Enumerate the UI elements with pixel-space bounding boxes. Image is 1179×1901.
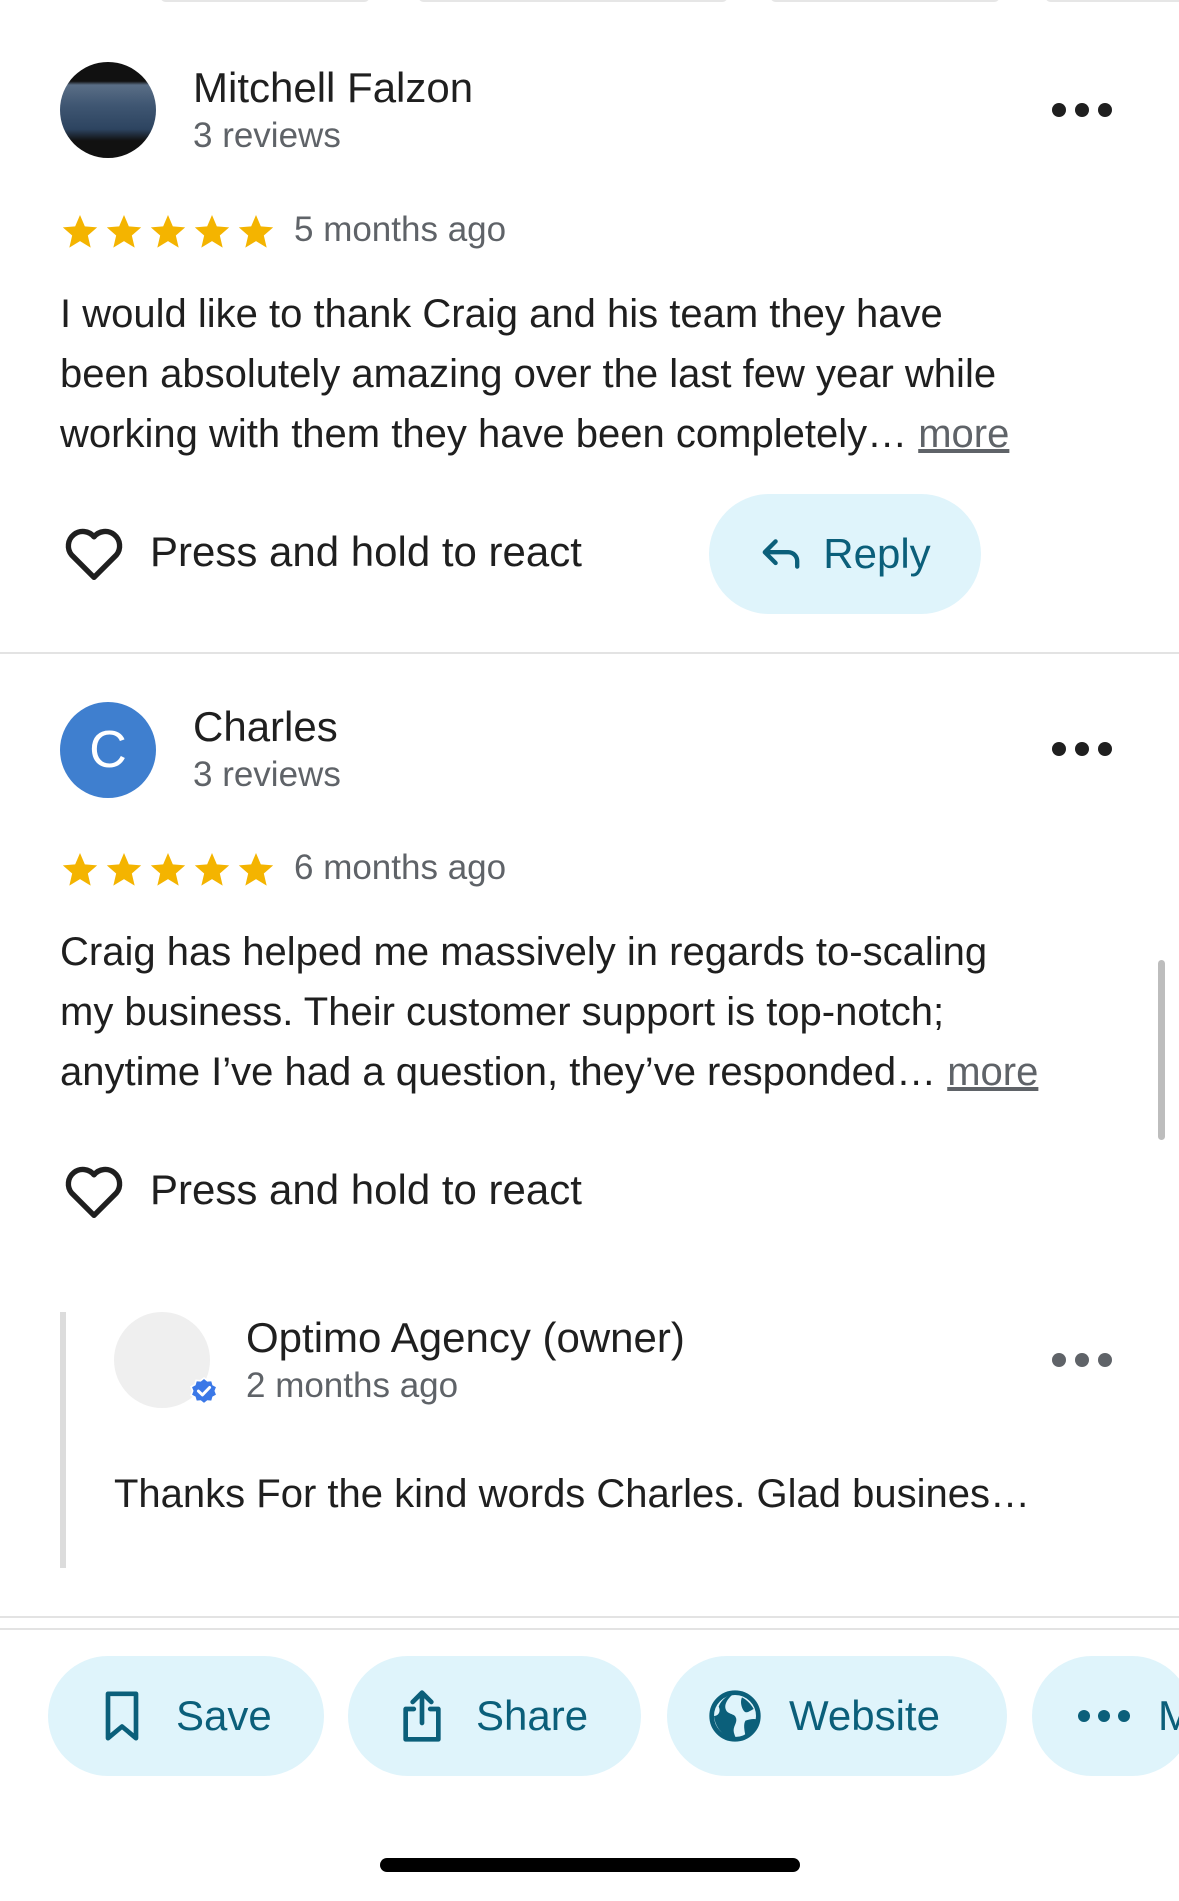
reviewer-avatar[interactable] — [60, 62, 156, 158]
top-chip — [160, 0, 370, 2]
share-label: Share — [476, 1692, 589, 1739]
star-rating — [60, 212, 276, 252]
react-button[interactable]: Press and hold to react — [62, 1160, 582, 1220]
star-icon — [194, 853, 230, 886]
reviewer-review-count: 3 reviews — [193, 755, 341, 794]
react-label: Press and hold to react — [150, 528, 582, 575]
top-chip — [770, 0, 1000, 2]
save-label: Save — [176, 1692, 272, 1739]
review-time: 6 months ago — [294, 848, 507, 887]
star-icon — [238, 215, 274, 248]
star-icon — [106, 853, 142, 886]
heart-outline-icon — [65, 528, 123, 580]
review-text-line-content: working with them they have been complet… — [60, 412, 908, 456]
bookmark-icon — [105, 1691, 139, 1741]
owner-response-bar — [60, 1312, 66, 1568]
heart-outline-icon — [65, 1166, 123, 1219]
star-icon — [106, 215, 142, 248]
reply-arrow-icon — [762, 539, 800, 569]
top-chip — [418, 0, 728, 2]
react-button[interactable]: Press and hold to react — [62, 522, 582, 582]
review-text-line: Craig has helped me massively in regards… — [60, 930, 988, 974]
star-icon — [194, 215, 230, 248]
more-button[interactable]: M — [1032, 1656, 1179, 1776]
review-text-line: been absolutely amazing over the last fe… — [60, 352, 997, 396]
review-text-line: working with them they have been complet… — [60, 404, 1009, 464]
scrollbar[interactable] — [1158, 960, 1165, 1140]
reply-label: Reply — [823, 530, 931, 577]
owner-name: Optimo Agency (owner) — [246, 1314, 685, 1361]
save-button[interactable]: Save — [48, 1656, 324, 1776]
home-indicator — [380, 1858, 800, 1872]
reviewer-name[interactable]: Mitchell Falzon — [193, 64, 473, 112]
review-text-line-content: anytime I’ve had a question, they’ve res… — [60, 1050, 937, 1094]
star-icon — [62, 215, 98, 248]
reply-button[interactable]: Reply — [709, 494, 981, 614]
star-icon — [150, 853, 186, 886]
share-icon — [403, 1690, 441, 1742]
review-time: 5 months ago — [294, 210, 507, 249]
review-text: I would like to thank Craig and his team… — [60, 284, 1009, 464]
more-options-icon[interactable] — [1052, 1350, 1112, 1370]
more-link[interactable]: more — [918, 412, 1009, 456]
more-options-icon[interactable] — [1052, 739, 1112, 759]
more-label: M — [1158, 1692, 1179, 1739]
star-icon — [62, 853, 98, 886]
star-icon — [150, 215, 186, 248]
review-text-line: my business. Their customer support is t… — [60, 990, 945, 1034]
star-rating — [60, 850, 276, 890]
verified-badge-icon — [190, 1376, 218, 1405]
star-icon — [238, 853, 274, 886]
review-text-line: anytime I’ve had a question, they’ve res… — [60, 1042, 1038, 1102]
reviewer-review-count: 3 reviews — [193, 116, 341, 155]
more-horizontal-icon — [1078, 1710, 1130, 1722]
react-label: Press and hold to react — [150, 1166, 582, 1213]
reviewer-name[interactable]: Charles — [193, 703, 338, 751]
action-bar-divider — [0, 1628, 1179, 1630]
owner-response-time: 2 months ago — [246, 1366, 459, 1405]
website-button[interactable]: Website — [667, 1656, 1007, 1776]
top-chip — [1045, 0, 1179, 2]
website-label: Website — [789, 1692, 940, 1739]
review-divider — [0, 652, 1179, 654]
more-link[interactable]: more — [947, 1050, 1038, 1094]
more-options-icon[interactable] — [1052, 100, 1112, 120]
share-button[interactable]: Share — [348, 1656, 641, 1776]
review-text: Craig has helped me massively in regards… — [60, 922, 1038, 1102]
review-divider — [0, 1616, 1179, 1618]
review-text-line: I would like to thank Craig and his team… — [60, 292, 943, 336]
owner-response-text: Thanks For the kind words Charles. Glad … — [114, 1472, 1030, 1516]
globe-icon — [709, 1690, 761, 1742]
reviewer-avatar[interactable]: C — [60, 702, 156, 798]
